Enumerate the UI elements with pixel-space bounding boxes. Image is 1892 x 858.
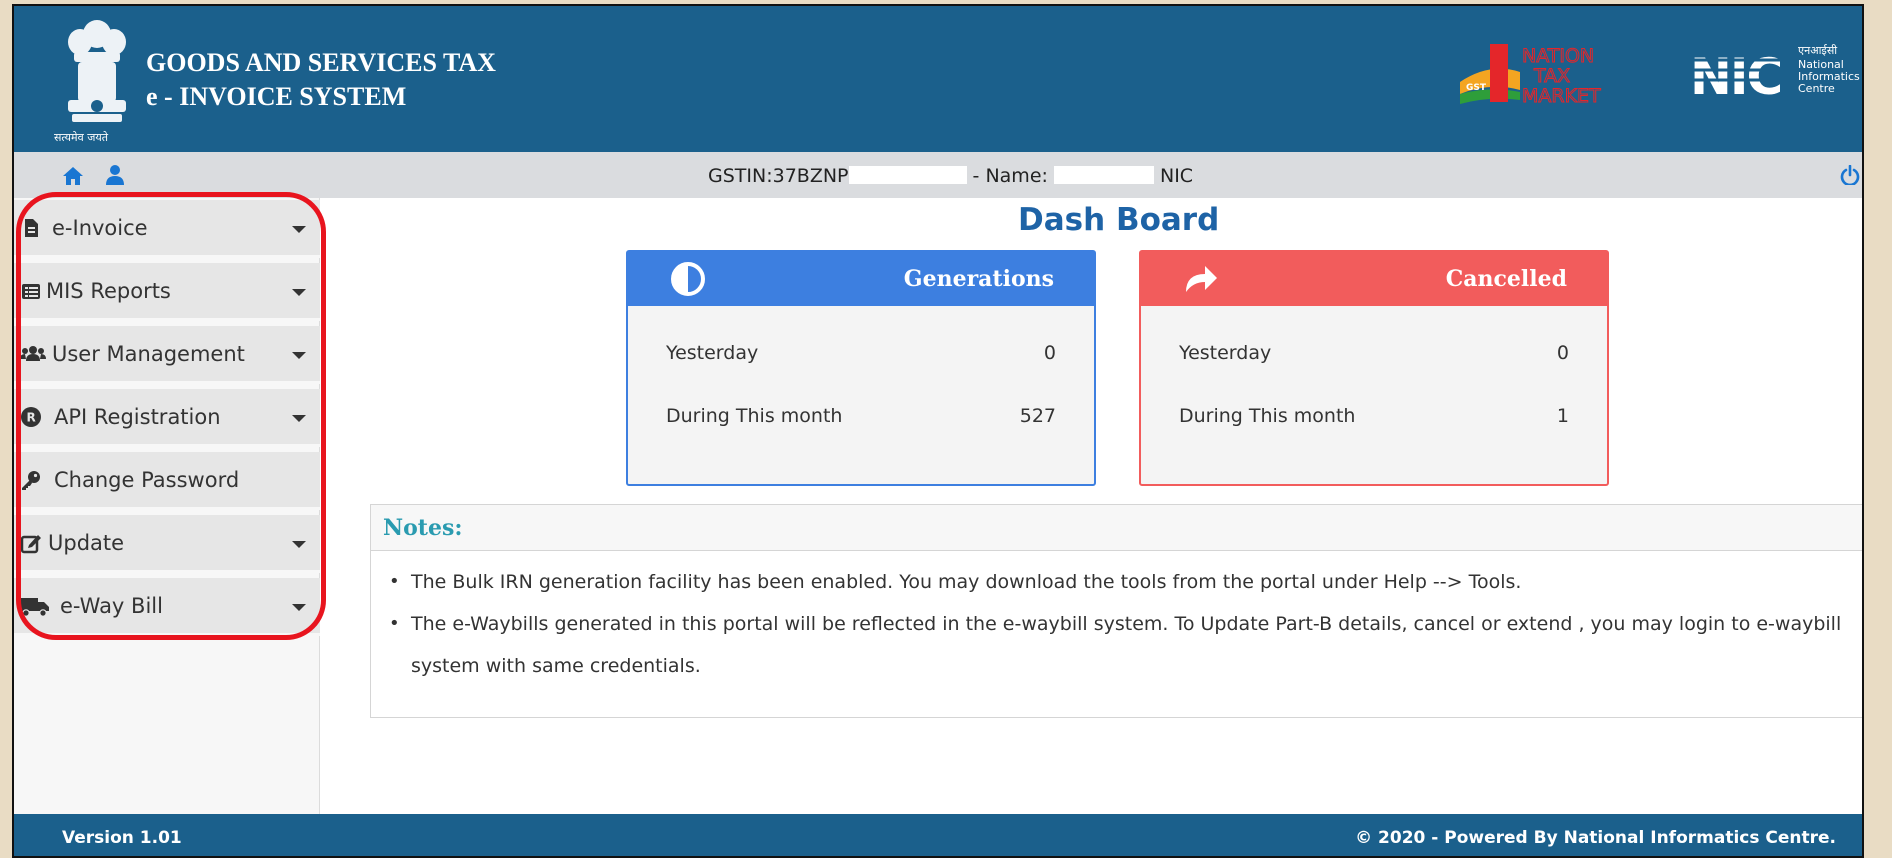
- header: सत्यमेव जयते GOODS AND SERVICES TAX e - …: [14, 6, 1862, 152]
- name-suffix: NIC: [1153, 165, 1194, 187]
- note-item: The Bulk IRN generation facility has bee…: [387, 561, 1862, 603]
- sidebar-item-user-management[interactable]: User Management: [14, 326, 320, 384]
- sidebar-item-label: API Registration: [54, 404, 221, 429]
- site-title: GOODS AND SERVICES TAX: [146, 48, 496, 77]
- generations-card-header: Generations: [628, 252, 1094, 306]
- notes-list: The Bulk IRN generation facility has bee…: [371, 551, 1862, 687]
- note-item: The e-Waybills generated in this portal …: [387, 603, 1862, 687]
- footer: Version 1.01 © 2020 - Powered By Nationa…: [14, 814, 1862, 856]
- list-icon: [22, 283, 40, 299]
- redacted-name: [1053, 166, 1154, 184]
- edit-icon: [20, 534, 41, 553]
- sidebar-item-mis-reports[interactable]: MIS Reports: [14, 263, 320, 321]
- cancelled-card-header: Cancelled: [1141, 252, 1607, 306]
- row-value: 0: [1043, 342, 1056, 364]
- national-emblem-icon: [68, 20, 126, 122]
- logo-gst-badge: GST: [1466, 83, 1487, 93]
- generations-row-yesterday: Yesterday 0: [666, 342, 1056, 364]
- emblem-caption: सत्यमेव जयते: [54, 131, 109, 144]
- chevron-down-icon: [292, 541, 306, 548]
- sidebar-item-update[interactable]: Update: [14, 515, 320, 573]
- nic-centre: Centre: [1798, 82, 1835, 95]
- user-icon[interactable]: [106, 165, 124, 185]
- sidebar-item-e-way-bill[interactable]: e-Way Bill: [14, 578, 320, 636]
- sidebar-item-label: Update: [48, 530, 125, 555]
- cancelled-card: Cancelled Yesterday 0 During This month …: [1139, 250, 1609, 486]
- adjust-icon: [671, 262, 705, 296]
- one-nation-tax-logo: GST NATION TAX MARKET: [1460, 44, 1602, 108]
- row-value: 0: [1556, 342, 1569, 364]
- generations-card: Generations Yesterday 0 During This mont…: [626, 250, 1096, 486]
- page-title: Dash Board: [1018, 202, 1220, 238]
- notes-title: Notes:: [371, 505, 1862, 551]
- logo-word-tax: TAX: [1533, 65, 1570, 87]
- nic-logo: NIC एनआईसी National Informatics Centre: [1690, 44, 1860, 102]
- logout-power-icon[interactable]: [1840, 165, 1860, 185]
- sidebar-item-label: User Management: [52, 341, 245, 366]
- cancelled-label: Cancelled: [1445, 266, 1567, 292]
- sidebar-item-e-invoice[interactable]: e-Invoice: [14, 200, 320, 258]
- sidebar: e-Invoice MIS Reports User Management R …: [14, 198, 320, 814]
- users-icon: [20, 345, 46, 361]
- truck-icon: [20, 597, 49, 617]
- sidebar-item-label: MIS Reports: [46, 278, 171, 303]
- generations-label: Generations: [903, 266, 1054, 292]
- version-label: Version 1.01: [62, 828, 182, 848]
- nic-logo-text: NIC: [1690, 48, 1781, 102]
- row-label: Yesterday: [666, 342, 759, 364]
- notes-panel: Notes: The Bulk IRN generation facility …: [370, 504, 1862, 718]
- share-arrow-icon: [1186, 266, 1217, 292]
- name-separator: - Name:: [966, 165, 1054, 187]
- sidebar-item-label: Change Password: [54, 467, 240, 492]
- file-icon: [25, 218, 38, 237]
- copyright-text: © 2020 - Powered By National Informatics…: [1355, 828, 1836, 848]
- sidebar-item-change-password[interactable]: Change Password: [14, 452, 320, 510]
- home-icon[interactable]: [62, 166, 84, 186]
- chevron-down-icon: [292, 289, 306, 296]
- row-label: Yesterday: [1179, 342, 1272, 364]
- row-value: 527: [1019, 405, 1056, 427]
- app-window: सत्यमेव जयते GOODS AND SERVICES TAX e - …: [12, 4, 1864, 858]
- chevron-down-icon: [292, 415, 306, 422]
- generations-row-month: During This month 527: [666, 405, 1056, 427]
- row-label: During This month: [666, 405, 843, 427]
- row-value: 1: [1556, 405, 1569, 427]
- user-info-bar: GSTIN:37BZNP - Name: NIC: [14, 152, 1862, 198]
- registered-icon: R: [21, 406, 41, 427]
- cancelled-row-month: During This month 1: [1179, 405, 1569, 427]
- redacted-gstin: [848, 166, 967, 184]
- chevron-down-icon: [292, 352, 306, 359]
- chevron-down-icon: [292, 604, 306, 611]
- gstin-prefix: GSTIN:37BZNP: [708, 165, 849, 187]
- sidebar-item-label: e-Invoice: [52, 215, 148, 240]
- cancelled-row-yesterday: Yesterday 0: [1179, 342, 1569, 364]
- logo-word-market: MARKET: [1522, 85, 1601, 107]
- chevron-down-icon: [292, 226, 306, 233]
- gstin-name-label: GSTIN:37BZNP - Name: NIC: [708, 165, 1193, 187]
- row-label: During This month: [1179, 405, 1356, 427]
- sidebar-item-label: e-Way Bill: [60, 593, 163, 618]
- logo-word-nation: NATION: [1522, 45, 1594, 67]
- site-subtitle: e - INVOICE SYSTEM: [146, 82, 407, 111]
- key-icon: [22, 470, 40, 490]
- nic-hindi: एनआईसी: [1798, 44, 1837, 57]
- sidebar-item-api-registration[interactable]: R API Registration: [14, 389, 320, 447]
- svg-text:R: R: [27, 410, 36, 424]
